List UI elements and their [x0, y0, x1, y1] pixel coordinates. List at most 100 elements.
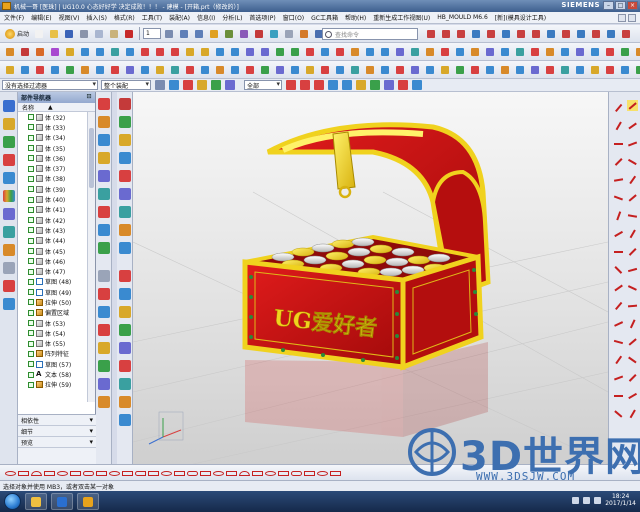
sew-vertical-icon[interactable] — [119, 242, 131, 254]
make-corner-icon[interactable] — [290, 467, 302, 478]
visibility-checkbox[interactable] — [28, 175, 34, 182]
cone-icon[interactable] — [108, 45, 122, 59]
auto-constraint-icon[interactable] — [613, 336, 624, 347]
bounded-plane-icon[interactable] — [423, 45, 437, 59]
command-search-input[interactable]: 查找命令 — [322, 28, 418, 40]
blend-vertical-icon[interactable] — [98, 152, 110, 164]
extrude-vertical-icon[interactable] — [98, 98, 110, 110]
menu-insert[interactable]: 插入(S) — [84, 13, 109, 22]
orient-view-icon[interactable] — [297, 27, 311, 41]
visibility-checkbox[interactable] — [28, 227, 34, 234]
sync-shell-face-icon[interactable] — [543, 63, 557, 77]
ellipse-tool-icon[interactable] — [627, 156, 638, 167]
polygon-icon[interactable] — [619, 27, 633, 41]
fit-sketch-icon[interactable] — [251, 467, 263, 478]
menu-edit[interactable]: 编辑(E) — [29, 13, 53, 22]
menu-information[interactable]: 信息(I) — [195, 13, 217, 22]
visibility-checkbox[interactable] — [28, 237, 34, 244]
cut-icon[interactable] — [77, 27, 91, 41]
mirror-feature-icon[interactable] — [258, 45, 272, 59]
view-left-icon[interactable] — [98, 396, 110, 408]
visibility-checkbox[interactable] — [28, 289, 34, 296]
menu-preferences[interactable]: 首选项(P) — [247, 13, 277, 22]
view-front-icon[interactable] — [98, 270, 110, 282]
hd3d-tools-icon[interactable] — [3, 172, 15, 184]
slope-icon[interactable] — [119, 414, 131, 426]
sketch-icon[interactable] — [3, 45, 17, 59]
input-method-icon[interactable] — [594, 496, 602, 504]
trim-tool-icon[interactable] — [613, 210, 624, 221]
chamfer-sketch-icon[interactable] — [69, 467, 81, 478]
point-on-curve-icon[interactable] — [384, 80, 394, 90]
view-back-icon[interactable] — [98, 360, 110, 372]
view-trimetric-icon[interactable] — [98, 342, 110, 354]
new-icon[interactable] — [32, 27, 46, 41]
menu-window[interactable]: 窗口(O) — [281, 13, 306, 22]
visibility-checkbox[interactable] — [28, 320, 34, 327]
intersect-vertical-icon[interactable] — [119, 134, 131, 146]
navigator-item[interactable]: 偏置区域 — [18, 308, 88, 318]
replace-face-icon[interactable] — [333, 45, 347, 59]
start-button[interactable]: 启动 — [3, 27, 31, 41]
intersect-tool-icon[interactable] — [613, 282, 624, 293]
sync-group-face-icon[interactable] — [483, 63, 497, 77]
quick-extend-icon[interactable] — [277, 467, 289, 478]
visibility-checkbox[interactable] — [28, 340, 34, 347]
menu-help[interactable]: 帮助(H) — [343, 13, 368, 22]
sync-copy-face-icon[interactable] — [273, 63, 287, 77]
offset-face-icon[interactable] — [303, 45, 317, 59]
close-icon[interactable] — [628, 14, 636, 22]
reflection-icon[interactable] — [119, 342, 131, 354]
offset-tool-icon[interactable] — [627, 192, 638, 203]
sync-replace-blend-icon[interactable] — [603, 63, 617, 77]
pocket-icon[interactable] — [603, 45, 617, 59]
join-curve-icon[interactable] — [589, 27, 603, 41]
type-filter-dropdown[interactable]: 没有选择过滤器 — [2, 80, 98, 90]
pad-icon[interactable] — [618, 45, 632, 59]
sync-make-coplanar-icon[interactable] — [333, 63, 347, 77]
visibility-checkbox[interactable] — [28, 330, 34, 337]
subtract-icon[interactable] — [153, 45, 167, 59]
polyline-tool-icon[interactable] — [613, 120, 624, 131]
chamfer-vertical-icon[interactable] — [98, 170, 110, 182]
trim-vertical-icon[interactable] — [98, 206, 110, 218]
move-object-icon[interactable] — [123, 63, 137, 77]
sync-move-face-icon[interactable] — [183, 63, 197, 77]
chamfer-tool-icon[interactable] — [613, 246, 624, 257]
redo-icon[interactable] — [192, 27, 206, 41]
shell-vertical-icon[interactable] — [98, 188, 110, 200]
sync-make-perpendicular-icon[interactable] — [408, 63, 422, 77]
mirror-tool-icon[interactable] — [627, 246, 638, 257]
profile-tool-icon[interactable] — [627, 138, 638, 149]
quick-trim-icon[interactable] — [264, 467, 276, 478]
assembly-navigator-icon[interactable] — [3, 100, 15, 112]
derived-lines-icon[interactable] — [316, 467, 328, 478]
csys-icon[interactable] — [18, 63, 32, 77]
emboss-vertical-icon[interactable] — [119, 206, 131, 218]
view-right-icon[interactable] — [98, 306, 110, 318]
transform-icon[interactable] — [138, 63, 152, 77]
web-browser-icon[interactable] — [3, 190, 15, 202]
details-panel[interactable]: 细节 — [18, 426, 96, 437]
edge-blend-icon[interactable] — [183, 45, 197, 59]
through-curves-icon[interactable] — [393, 45, 407, 59]
face-analysis-icon[interactable] — [119, 324, 131, 336]
fit-curve-icon[interactable] — [613, 192, 624, 203]
menu-analysis[interactable]: 分析(L) — [220, 13, 244, 22]
extrude-icon[interactable] — [18, 45, 32, 59]
derived-line-icon[interactable] — [627, 282, 638, 293]
polygon-sketch-icon[interactable] — [82, 467, 94, 478]
dimension-sketch-icon[interactable] — [212, 467, 224, 478]
sew-icon[interactable] — [378, 45, 392, 59]
rib-icon[interactable] — [558, 45, 572, 59]
sync-make-parallel-icon[interactable] — [393, 63, 407, 77]
draft-analysis-icon[interactable] — [119, 396, 131, 408]
move-face-vertical-icon[interactable] — [119, 170, 131, 182]
navigator-item[interactable]: 体 (33) — [18, 122, 88, 132]
thicken-icon[interactable] — [318, 45, 332, 59]
visibility-checkbox[interactable] — [28, 268, 34, 275]
delete-face-icon[interactable] — [363, 45, 377, 59]
sphere-icon[interactable] — [123, 45, 137, 59]
rotate-icon[interactable] — [237, 27, 251, 41]
trim-sheet-icon[interactable] — [453, 45, 467, 59]
